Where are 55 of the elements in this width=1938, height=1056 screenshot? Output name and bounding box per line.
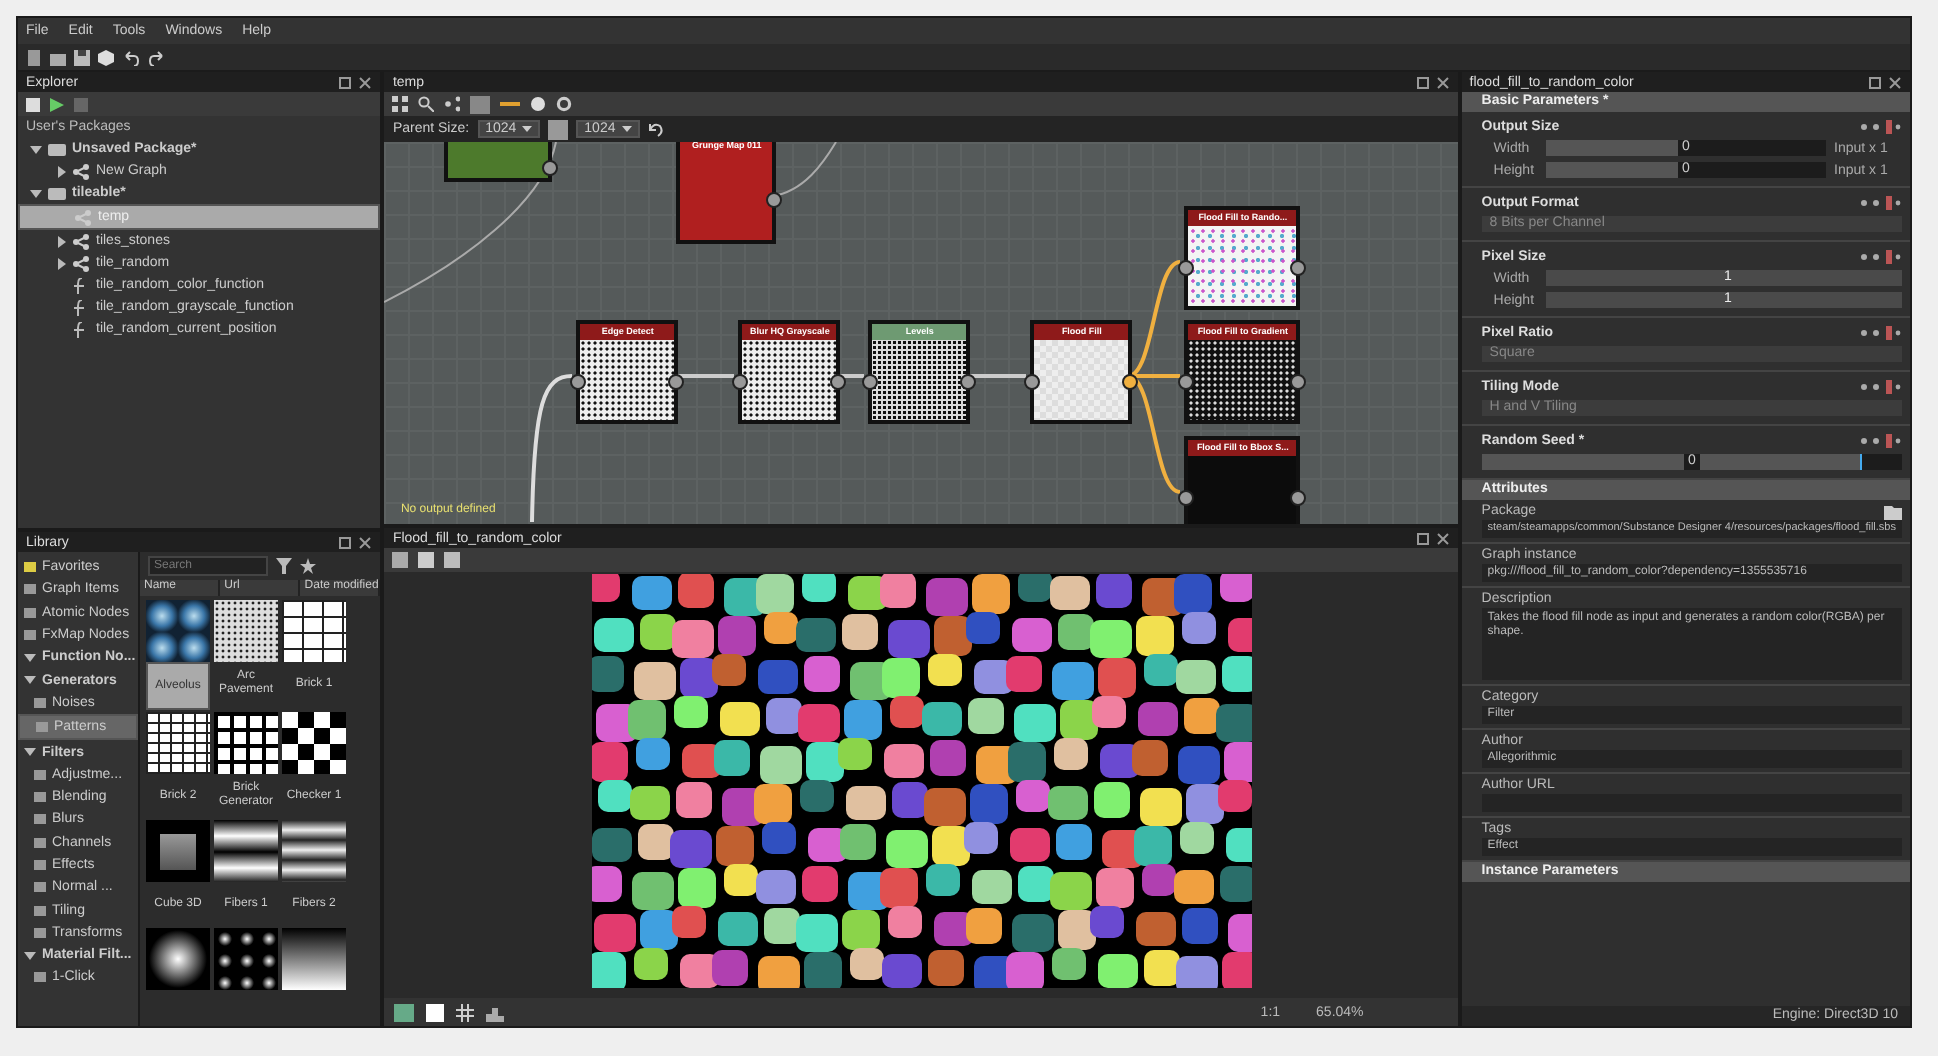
package-icon xyxy=(48,141,66,157)
caret-icon xyxy=(522,125,533,132)
caret-icon xyxy=(621,125,632,132)
graph-node[interactable] xyxy=(444,142,553,182)
pattern-thumbnail[interactable] xyxy=(214,928,278,990)
graph-icon xyxy=(72,163,90,179)
reset-icon[interactable] xyxy=(647,121,664,137)
play-icon[interactable] xyxy=(50,97,64,111)
frame-icon[interactable] xyxy=(470,95,491,113)
parameter-options-icon[interactable] xyxy=(1858,325,1902,339)
parameter-options-icon[interactable] xyxy=(1858,433,1902,447)
close-icon[interactable] xyxy=(358,535,373,549)
function-icon xyxy=(72,277,90,293)
star-icon[interactable] xyxy=(300,558,316,574)
line-icon[interactable] xyxy=(500,96,521,112)
pattern-thumbnail[interactable] xyxy=(282,712,346,774)
graph-icon xyxy=(72,255,90,271)
close-icon[interactable] xyxy=(1435,531,1450,545)
square-icon[interactable] xyxy=(426,1003,445,1021)
pattern-thumbnail[interactable] xyxy=(214,600,278,662)
float-icon[interactable] xyxy=(1868,75,1882,89)
pattern-thumbnail[interactable] xyxy=(146,928,210,990)
function-icon xyxy=(72,321,90,337)
undo-icon[interactable] xyxy=(122,49,140,65)
graph-icon xyxy=(72,233,90,249)
float-icon[interactable] xyxy=(1415,531,1430,545)
graph-icon xyxy=(74,209,92,225)
grid-icon[interactable] xyxy=(392,96,409,112)
grid-icon[interactable] xyxy=(456,1003,475,1021)
close-icon[interactable] xyxy=(358,75,373,89)
pattern-thumbnail[interactable] xyxy=(214,712,278,774)
pattern-thumbnail[interactable] xyxy=(214,820,278,882)
close-icon[interactable] xyxy=(1435,75,1450,89)
filter-icon[interactable] xyxy=(276,558,292,574)
redo-icon[interactable] xyxy=(148,49,166,65)
float-icon[interactable] xyxy=(338,535,353,549)
float-icon[interactable] xyxy=(338,75,353,89)
cube-icon[interactable] xyxy=(98,49,114,65)
pattern-thumbnail[interactable] xyxy=(282,820,346,882)
package-icon xyxy=(48,185,66,201)
parameter-options-icon[interactable] xyxy=(1858,379,1902,393)
pattern-thumbnail[interactable] xyxy=(282,600,346,662)
histogram-icon[interactable] xyxy=(486,1003,505,1021)
zoom-icon[interactable] xyxy=(418,96,435,112)
parameter-options-icon[interactable] xyxy=(1858,249,1902,263)
pattern-thumbnail[interactable] xyxy=(146,600,210,662)
pattern-thumbnail[interactable] xyxy=(146,712,210,774)
pattern-thumbnail[interactable] xyxy=(282,928,346,990)
pattern-thumbnail[interactable] xyxy=(146,820,210,882)
square-icon[interactable] xyxy=(26,97,40,111)
function-icon xyxy=(72,299,90,315)
parameter-options-icon[interactable] xyxy=(1858,195,1902,209)
parameter-options-icon[interactable] xyxy=(1858,119,1902,133)
close-icon[interactable] xyxy=(1888,75,1902,89)
float-icon[interactable] xyxy=(1415,75,1430,89)
